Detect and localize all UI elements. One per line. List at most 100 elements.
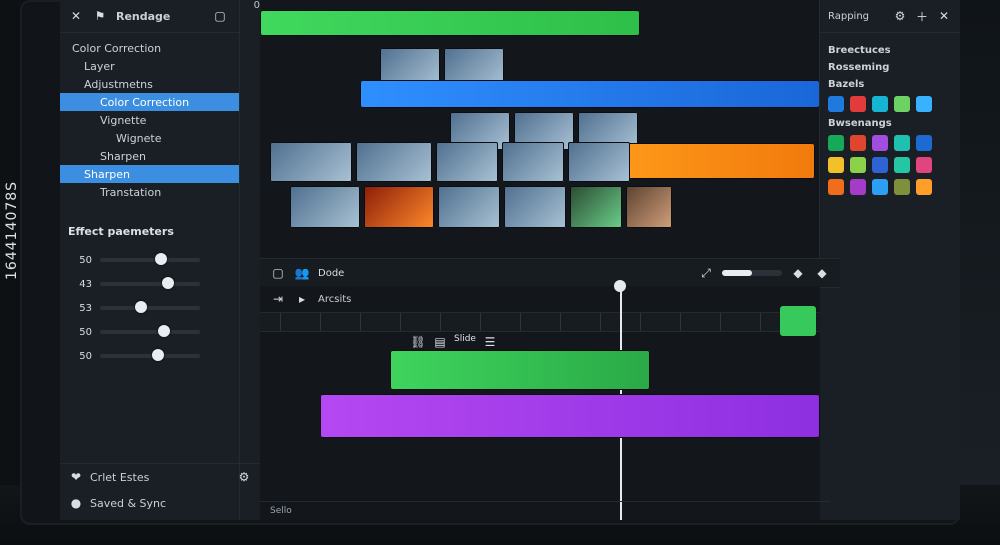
thumb-11[interactable] [290,186,360,228]
video-thumbs-row-3 [270,142,630,182]
audio-clip-orange[interactable] [605,143,815,179]
thumb-12[interactable] [364,186,434,228]
slider-knob-5[interactable] [152,349,164,361]
media-tracks-top [260,0,820,258]
tree-item-color-correction[interactable]: Color Correction [60,39,260,57]
param-left-2: 43 [79,278,92,290]
preset-8[interactable] [872,135,888,151]
thumb-10[interactable] [568,142,630,182]
tree-item-transtation[interactable]: Transtation [60,183,260,201]
param-left-1: 50 [79,254,92,266]
close-icon[interactable]: ✕ [68,8,84,24]
audio-clip-green-bottom[interactable] [390,350,650,390]
ruler-tick [640,313,641,331]
ruler-tick [680,313,681,331]
thumb-9[interactable] [502,142,564,182]
param-slider-5[interactable] [100,349,200,361]
tree-item-adjustments[interactable]: Adjustmetns [60,75,260,93]
thumb-16[interactable] [626,186,672,228]
preset-17[interactable] [850,179,866,195]
timeline-control-bar: ▢ 👥 Dode ⤢ ◆ ◆ [260,258,840,288]
ruler-tick [440,313,441,331]
tree-item-wignete[interactable]: Wignete [60,129,260,147]
link-icon[interactable]: ⛓ [410,334,426,350]
param-slider-4[interactable] [100,325,200,337]
param-left-3: 53 [79,302,92,314]
preset-9[interactable] [894,135,910,151]
thumb-6[interactable] [270,142,352,182]
create-effects-row[interactable]: ❤ Crlet Estes ⚙ [60,464,260,490]
preset-5[interactable] [916,96,932,112]
heart-icon: ❤ [70,470,82,484]
preset-6[interactable] [828,135,844,151]
preset-3[interactable] [872,96,888,112]
preset-15[interactable] [916,157,932,173]
left-panel: ✕ ⚑ Rendage ▢ ✕ Color Correction Layer A… [60,0,261,520]
tree-item-sharpen[interactable]: Sharpen [60,147,260,165]
timeline-status: Sello [260,501,830,520]
audio-clip-purple[interactable] [320,394,820,438]
preset-7[interactable] [850,135,866,151]
thumb-13[interactable] [438,186,500,228]
preset-20[interactable] [916,179,932,195]
monitor-bezel: ✕ ⚑ Rendage ▢ ✕ Color Correction Layer A… [20,0,960,525]
preset-19[interactable] [894,179,910,195]
param-slider-2[interactable] [100,277,200,289]
preset-11[interactable] [828,157,844,173]
fit-icon[interactable]: ⤢ [698,265,714,281]
preset-14[interactable] [894,157,910,173]
audio-clip-blue[interactable] [360,80,820,108]
param-slider-1[interactable] [100,253,200,265]
control-label: Dode [318,267,345,279]
clip-controls: ⛓ ▤ Slide ☰ [410,334,498,350]
tree-item-color-correction-selected[interactable]: Color Correction [60,93,260,111]
audio-clip-green-right[interactable] [780,306,816,336]
preset-12[interactable] [850,157,866,173]
thumb-14[interactable] [504,186,566,228]
editor-screen: ✕ ⚑ Rendage ▢ ✕ Color Correction Layer A… [60,0,960,520]
sync-status-row: ● Saved & Sync [60,490,260,516]
slider-knob-3[interactable] [135,301,147,313]
tree-item-vignette[interactable]: Vignette [60,111,260,129]
split-icon[interactable]: ⇥ [270,291,286,307]
thumb-7[interactable] [356,142,432,182]
preset-10[interactable] [916,135,932,151]
audio-clip-green-top[interactable] [260,10,640,36]
ruler-tick [360,313,361,331]
clip-label: Slide [454,334,476,344]
timeline-ruler[interactable] [260,312,820,332]
ruler-tick [520,313,521,331]
trim-icon[interactable]: ▤ [432,334,448,350]
diamond-icon[interactable]: ◆ [790,265,806,281]
preset-1[interactable] [828,96,844,112]
presets-grid-2 [828,135,952,195]
diamond-icon-2[interactable]: ◆ [814,265,830,281]
add-icon[interactable]: ＋ [914,8,930,24]
settings-icon[interactable]: ⚙ [892,8,908,24]
preset-4[interactable] [894,96,910,112]
tree-item-sharpen-selected[interactable]: Sharpen [60,165,260,183]
thumb-8[interactable] [436,142,498,182]
arrow-icon[interactable]: ▸ [294,291,310,307]
window-icon[interactable]: ▢ [212,8,228,24]
preset-13[interactable] [872,157,888,173]
square-icon[interactable]: ▢ [270,265,286,281]
gear-icon[interactable]: ⚙ [236,469,252,485]
layers-icon[interactable]: ☰ [482,334,498,350]
thumb-15[interactable] [570,186,622,228]
param-slider-3[interactable] [100,301,200,313]
ruler-tick [720,313,721,331]
preset-2[interactable] [850,96,866,112]
slider-knob-4[interactable] [158,325,170,337]
preset-16[interactable] [828,179,844,195]
sync-status: Saved & Sync [90,496,167,510]
tree-item-layer[interactable]: Layer [60,57,260,75]
slider-knob-1[interactable] [155,253,167,265]
ruler-tick [320,313,321,331]
zoom-bar[interactable] [722,270,782,276]
layers-tree: Color Correction Layer Adjustmetns Color… [60,33,260,207]
close-icon-right[interactable]: ✕ [936,8,952,24]
slider-knob-2[interactable] [162,277,174,289]
people-icon[interactable]: 👥 [294,265,310,281]
preset-18[interactable] [872,179,888,195]
